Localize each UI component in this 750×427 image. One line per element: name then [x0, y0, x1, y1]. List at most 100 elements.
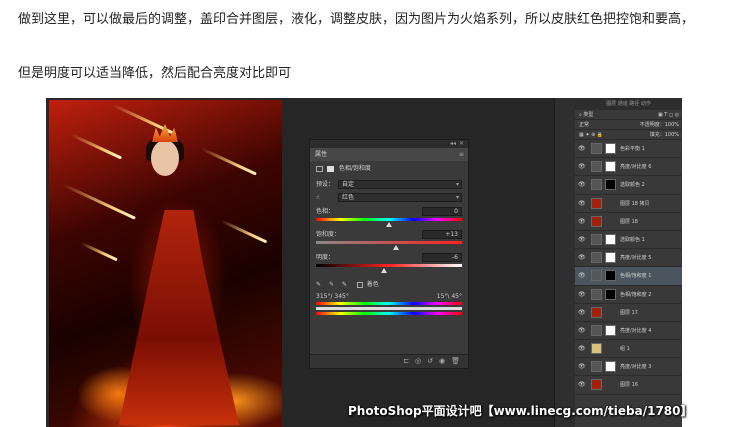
properties-tab[interactable]: 属性 ≡ — [310, 148, 468, 161]
layer-name: 组 1 — [620, 346, 630, 353]
view-previous-icon[interactable]: ◎ — [415, 355, 421, 368]
eyedropper-minus-icon[interactable]: ✎ — [342, 281, 347, 288]
meteor-streak — [70, 133, 123, 160]
panel-icon-strip — [554, 98, 575, 427]
layer-thumbnail — [591, 197, 602, 209]
layer-row[interactable]: 👁 图层 18 — [575, 213, 682, 231]
reset-icon[interactable]: ↺ — [427, 355, 433, 368]
panel-titlebar: ◂◂ ✕ — [310, 140, 468, 148]
eye-icon[interactable]: 👁 — [578, 249, 586, 267]
adjustment-title: 色相/饱和度 — [338, 165, 371, 172]
eye-icon[interactable]: 👁 — [578, 195, 586, 213]
eye-icon[interactable]: 👁 — [578, 231, 586, 249]
eye-icon[interactable]: 👁 — [578, 140, 586, 158]
layers-panel: 图层 通道 路径 动作 ⌕ 类型 ▣ T ◻ ◎ 正常 不透明度：100% ▦ ✦ … — [575, 98, 682, 427]
hue-value[interactable]: 0 — [422, 207, 462, 216]
layer-thumbnail — [591, 233, 602, 245]
layer-row[interactable]: 👁 选取颜色 1 — [575, 231, 682, 250]
eye-icon[interactable]: 👁 — [578, 267, 586, 285]
color-range-selector[interactable] — [316, 307, 462, 310]
eye-icon[interactable]: 👁 — [578, 376, 586, 394]
collapse-icon[interactable]: ◂◂ — [450, 140, 456, 148]
layer-thumbnail — [591, 379, 602, 391]
search-icon[interactable]: ⌕ — [579, 112, 582, 118]
photoshop-screenshot: ◂◂ ✕ 属性 ≡ 色相/饱和度 预设： 自定 ▾ ☝ 红色 ▾ 色相： 0 饱和度： … — [46, 98, 682, 427]
layer-row[interactable]: 👁 亮度/对比度 6 — [575, 158, 682, 177]
lightness-label: 明度： — [316, 254, 335, 261]
layer-thumbnail — [591, 288, 602, 300]
blend-mode-dropdown[interactable]: 正常 — [579, 122, 589, 128]
colorize-checkbox[interactable] — [356, 281, 363, 288]
properties-panel: ◂◂ ✕ 属性 ≡ 色相/饱和度 预设： 自定 ▾ ☝ 红色 ▾ 色相： 0 饱和度： … — [309, 139, 469, 369]
close-icon[interactable]: ✕ — [459, 140, 464, 148]
visibility-icon[interactable]: ◉ — [439, 355, 445, 368]
watermark: PhotoShop平面设计吧【www.linecg.com/tieba/1780… — [348, 404, 693, 418]
layer-row[interactable]: 👁 图层 16 — [575, 376, 682, 395]
layer-row[interactable]: 👁 图层 18 拷贝 — [575, 195, 682, 213]
meteor-streak — [201, 147, 257, 176]
kind-filter[interactable]: 类型 — [583, 112, 593, 118]
layer-row[interactable]: 👁 亮度/对比度 5 — [575, 249, 682, 268]
hand-tool-icon[interactable]: ☝ — [316, 194, 320, 201]
layer-row[interactable]: 👁 色相/饱和度 1 — [575, 267, 682, 286]
layer-row[interactable]: 👁 亮度/对比度 3 — [575, 358, 682, 377]
layer-name: 亮度/对比度 5 — [620, 255, 652, 262]
layer-row[interactable]: 👁 图层 17 — [575, 304, 682, 322]
panel-menu-icon[interactable]: ≡ — [459, 148, 464, 161]
mask-icon[interactable] — [326, 165, 334, 172]
eye-icon[interactable]: 👁 — [578, 340, 586, 358]
hue-slider-thumb[interactable] — [386, 222, 392, 227]
layers-tabs[interactable]: 图层 通道 路径 动作 — [575, 98, 682, 110]
layer-row[interactable]: 👁 组 1 — [575, 340, 682, 359]
saturation-slider-track[interactable] — [316, 241, 462, 244]
delete-icon[interactable]: 🗑 — [451, 355, 460, 368]
saturation-slider-thumb[interactable] — [393, 245, 399, 250]
fill-label: 填充： — [649, 132, 665, 138]
lock-icons[interactable]: ▦ ✦ ⊕ 🔒 — [579, 132, 603, 138]
saturation-row: 饱和度： +13 — [316, 230, 462, 240]
layer-thumbnail — [591, 161, 602, 173]
fill-value[interactable]: 100% — [665, 132, 679, 138]
hue-sat-icon — [316, 165, 323, 172]
layer-row[interactable]: 👁 选取颜色 2 — [575, 176, 682, 195]
layer-name: 色彩平衡 1 — [620, 146, 645, 152]
saturation-value[interactable]: +13 — [422, 230, 462, 239]
layer-row[interactable]: 👁 色彩平衡 1 — [575, 140, 682, 159]
layer-thumbnail — [591, 306, 602, 318]
lightness-slider-track[interactable] — [316, 264, 462, 267]
range-row: 315°/ 345° 15°\ 45° — [316, 293, 462, 301]
eye-icon[interactable]: 👁 — [578, 322, 586, 340]
eyedropper-plus-icon[interactable]: ✎ — [329, 281, 334, 288]
eye-icon[interactable]: 👁 — [578, 286, 586, 304]
opacity-label: 不透明度： — [639, 122, 665, 128]
eye-icon[interactable]: 👁 — [578, 213, 586, 231]
eyedropper-icon[interactable]: ✎ — [316, 281, 321, 288]
hue-slider-track[interactable] — [316, 218, 462, 221]
preset-dropdown[interactable]: 自定 ▾ — [338, 180, 462, 189]
channel-dropdown[interactable]: 红色 ▾ — [338, 193, 462, 202]
layer-list: 👁 色彩平衡 1 👁 亮度/对比度 6 👁 选取颜色 2 👁 图层 18 拷贝 👁 图层 18 👁 选… — [575, 140, 682, 395]
hue-label: 色相： — [316, 208, 335, 215]
opacity-value[interactable]: 100% — [665, 122, 679, 128]
layer-name: 选取颜色 2 — [620, 182, 645, 189]
layer-name: 色相/饱和度 2 — [620, 291, 652, 298]
layer-name: 色相/饱和度 1 — [620, 273, 652, 280]
lightness-value[interactable]: -6 — [422, 253, 462, 262]
eye-icon[interactable]: 👁 — [578, 358, 586, 376]
clip-to-layer-icon[interactable]: ⊏ — [403, 355, 409, 368]
filter-icons[interactable]: ▣ T ◻ ◎ — [658, 110, 679, 120]
eye-icon[interactable]: 👁 — [578, 304, 586, 322]
article-paragraph-1: 做到这里，可以做最后的调整，盖印合并图层，液化，调整皮肤，因为图片为火焰系列，所… — [18, 12, 695, 27]
lightness-slider-thumb[interactable] — [381, 268, 387, 273]
fire-dress-photo — [49, 100, 282, 427]
layer-row[interactable]: 👁 色相/饱和度 2 — [575, 286, 682, 304]
face — [151, 140, 179, 176]
channel-row: ☝ 红色 ▾ — [316, 193, 462, 203]
red-dress — [119, 210, 239, 425]
layer-thumbnail — [591, 143, 602, 154]
layer-row[interactable]: 👁 亮度/对比度 4 — [575, 322, 682, 341]
layer-mask-thumbnail — [605, 288, 616, 300]
eye-icon[interactable]: 👁 — [578, 176, 586, 194]
eye-icon[interactable]: 👁 — [578, 158, 586, 176]
hue-row: 色相： 0 — [316, 207, 462, 217]
